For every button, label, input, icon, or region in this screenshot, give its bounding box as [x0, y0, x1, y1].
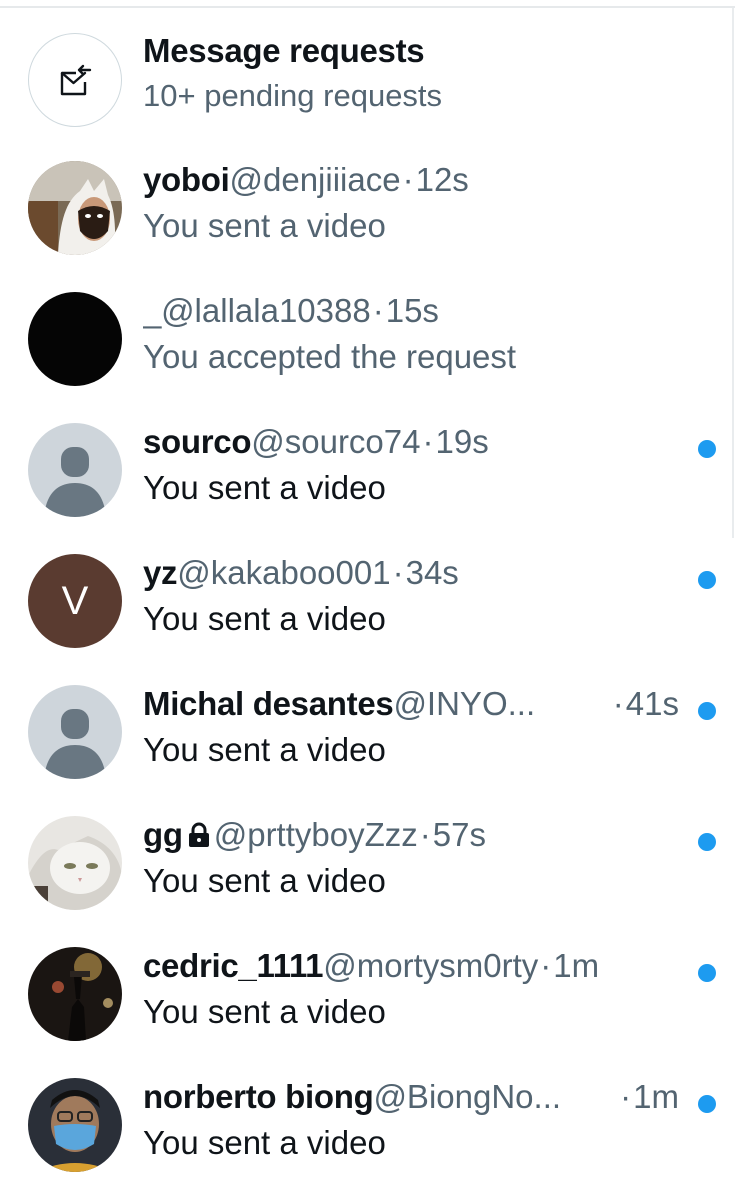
separator-dot: · [419, 816, 431, 853]
conversation-header: yoboi@denjiiiace·12s [143, 161, 675, 199]
unread-indicator [698, 1095, 716, 1113]
conversation-row[interactable]: norberto biong@BiongNo... ·1m You sent a… [0, 1057, 735, 1188]
conversation-time: ·1m [618, 1078, 679, 1116]
message-preview: You sent a video [143, 469, 386, 506]
unread-indicator [698, 833, 716, 851]
display-name[interactable]: yz [143, 554, 178, 591]
username-handle: @INYO... [393, 685, 536, 722]
message-requests-row[interactable]: Message requests 10+ pending requests [0, 10, 735, 140]
timestamp: 19s [435, 423, 489, 460]
conversation-time: ·41s [610, 685, 679, 723]
display-name[interactable]: norberto biong [143, 1078, 374, 1115]
default-profile-avatar[interactable] [28, 423, 122, 517]
timestamp: 12s [415, 161, 469, 198]
separator-dot: · [402, 161, 414, 198]
lock-icon [188, 822, 209, 847]
message-requests-icon-circle [28, 33, 122, 127]
message-preview: You sent a video [143, 993, 386, 1030]
username-handle: @BiongNo... [373, 1078, 562, 1115]
display-name[interactable]: _ [143, 292, 161, 329]
username-handle: @prttyboyZzz [213, 816, 418, 853]
timestamp: 57s [432, 816, 486, 853]
username-handle: @mortysm0rty [323, 947, 539, 984]
conversation-header: _@lallala10388·15s [143, 292, 675, 330]
cat-photo-avatar[interactable] [28, 161, 122, 255]
separator-dot: · [422, 423, 434, 460]
unread-indicator [698, 964, 716, 982]
display-name[interactable]: gg [143, 816, 183, 853]
default-profile-avatar[interactable] [28, 685, 122, 779]
separator-dot: · [372, 292, 384, 329]
username-handle: @denjiiiace [229, 161, 401, 198]
timestamp: 15s [385, 292, 439, 329]
separator-dot: · [612, 685, 624, 722]
conversation-row[interactable]: gg @prttyboyZzz·57s You sent a video [0, 795, 735, 926]
message-preview: You sent a video [143, 731, 386, 768]
message-preview: You accepted the request [143, 338, 517, 375]
username-handle: @kakaboo001 [177, 554, 391, 591]
black-avatar[interactable] [28, 292, 122, 386]
masked-person-avatar[interactable] [28, 1078, 122, 1172]
timestamp: 1m [633, 1078, 679, 1115]
separator-dot: · [540, 947, 552, 984]
timestamp: 41s [625, 685, 679, 722]
display-name[interactable]: yoboi [143, 161, 230, 198]
conversation-row[interactable]: Michal desantes@INYO... ·41s You sent a … [0, 664, 735, 795]
display-name[interactable]: cedric_1111 [143, 947, 324, 984]
display-name[interactable]: sourco [143, 423, 252, 460]
top-divider [0, 6, 735, 8]
conversation-header: sourco@sourco74·19s [143, 423, 675, 461]
conversation-header: gg @prttyboyZzz·57s [143, 816, 675, 854]
conversation-header: cedric_1111@mortysm0rty·1m [143, 947, 675, 985]
message-requests-title: Message requests [143, 32, 425, 69]
message-preview: You sent a video [143, 207, 386, 244]
conversation-header: norberto biong@BiongNo... [143, 1078, 565, 1116]
avatar-letter: V [61, 579, 89, 623]
letter-v-avatar[interactable]: V [28, 554, 122, 648]
pending-requests-count: 10+ pending requests [143, 78, 443, 113]
message-preview: You sent a video [143, 600, 386, 637]
white-cat-avatar[interactable] [28, 816, 122, 910]
separator-dot: · [392, 554, 404, 591]
envelope-arrow-icon [60, 64, 92, 96]
message-preview: You sent a video [143, 1124, 386, 1161]
unread-indicator [698, 702, 716, 720]
conversation-header: Michal desantes@INYO... [143, 685, 565, 723]
separator-dot: · [620, 1078, 632, 1115]
conversation-header: yz@kakaboo001·34s [143, 554, 675, 592]
timestamp: 1m [553, 947, 600, 984]
message-preview: You sent a video [143, 862, 386, 899]
conversation-row[interactable]: cedric_1111@mortysm0rty·1m You sent a vi… [0, 926, 735, 1057]
timestamp: 34s [405, 554, 459, 591]
conversation-row[interactable]: V yz@kakaboo001·34s You sent a video [0, 533, 735, 664]
username-handle: @lallala10388 [161, 292, 371, 329]
unread-indicator [698, 440, 716, 458]
display-name[interactable]: Michal desantes [143, 685, 394, 722]
unread-indicator [698, 571, 716, 589]
username-handle: @sourco74 [251, 423, 421, 460]
conversation-row[interactable]: _@lallala10388·15s You accepted the requ… [0, 271, 735, 402]
conversation-row[interactable]: yoboi@denjiiiace·12s You sent a video [0, 140, 735, 271]
night-photo-avatar[interactable] [28, 947, 122, 1041]
conversation-row[interactable]: sourco@sourco74·19s You sent a video [0, 402, 735, 533]
